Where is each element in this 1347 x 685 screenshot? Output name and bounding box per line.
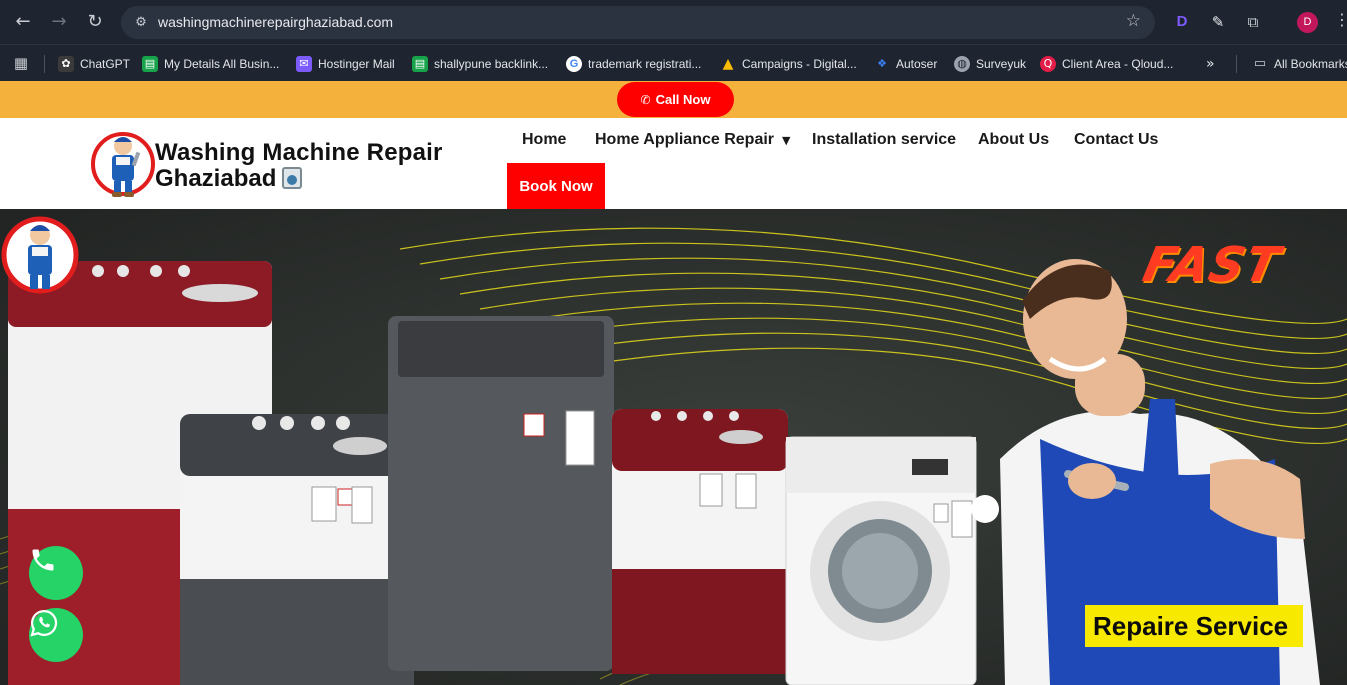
bookmark-label: Hostinger Mail: [318, 57, 395, 71]
address-bar[interactable]: ⚙ washingmachinerepairghaziabad.com ☆: [121, 6, 1155, 39]
extension-d-icon[interactable]: D: [1172, 12, 1192, 32]
browser-chrome: ← → ↻ ⚙ washingmachinerepairghaziabad.co…: [0, 0, 1347, 81]
washing-machine-emoji-icon: [282, 167, 303, 189]
bookmark-label: Client Area - Qloud...: [1062, 57, 1174, 71]
whatsapp-icon: [30, 609, 58, 637]
extensions-puzzle-icon[interactable]: ⧉: [1243, 12, 1263, 32]
bookmark-label: All Bookmarks: [1274, 57, 1347, 71]
bookmark-trademark[interactable]: G trademark registrati...: [566, 54, 701, 74]
sheet-icon: ▤: [142, 56, 158, 72]
phone-icon: [32, 549, 54, 571]
bookmarks-divider: [44, 55, 45, 73]
back-icon[interactable]: ←: [12, 11, 34, 33]
reload-icon[interactable]: ↻: [84, 11, 106, 33]
floating-call-button[interactable]: [29, 546, 83, 600]
autoser-icon: ❖: [877, 57, 887, 70]
repair-service-badge: Repaire Service: [1085, 605, 1303, 647]
globe-icon: ◍: [954, 56, 970, 72]
url-text[interactable]: washingmachinerepairghaziabad.com: [158, 14, 393, 30]
mechanic-badge-icon: [1, 216, 79, 294]
phone-icon: ✆: [640, 92, 651, 107]
book-now-button[interactable]: Book Now: [507, 163, 605, 209]
chevron-down-icon: ▼: [782, 134, 791, 147]
bookmark-shallypune[interactable]: ▤ shallypune backlink...: [412, 54, 548, 74]
eyedropper-extension-icon[interactable]: ✎: [1208, 12, 1228, 32]
site-info-icon[interactable]: ⚙: [131, 13, 151, 33]
nav-home[interactable]: Home: [522, 131, 566, 149]
bookmark-surveyuk[interactable]: ◍ Surveyuk: [954, 54, 1026, 74]
bookmark-client-area[interactable]: Q Client Area - Qloud...: [1040, 54, 1173, 74]
folder-icon: ▭: [1253, 56, 1267, 71]
brand-name-line1[interactable]: Washing Machine Repair: [155, 139, 443, 167]
fast-headline: FAST: [1138, 237, 1286, 293]
bookmark-my-details[interactable]: ▤ My Details All Busin...: [142, 54, 279, 74]
site-header: Washing Machine Repair Ghaziabad Home Ho…: [0, 118, 1347, 209]
nav-about-us[interactable]: About Us: [978, 131, 1049, 149]
washing-machine-front-load: [785, 436, 977, 685]
brand-name-line2[interactable]: Ghaziabad: [155, 165, 303, 193]
bookmark-label: Autoser: [896, 57, 938, 71]
chatgpt-icon: ✿: [58, 56, 74, 72]
bookmark-star-icon[interactable]: ☆: [1126, 11, 1141, 31]
qloud-icon: Q: [1040, 56, 1056, 72]
mechanic-logo-icon[interactable]: [90, 124, 156, 204]
nav-contact-us[interactable]: Contact Us: [1074, 131, 1158, 149]
google-ads-icon: ▲: [722, 56, 734, 72]
more-bookmarks-chevron-icon[interactable]: »: [1206, 54, 1215, 74]
brand-city: Ghaziabad: [155, 165, 277, 192]
bookmark-label: trademark registrati...: [588, 57, 702, 71]
bookmark-label: shallypune backlink...: [434, 57, 549, 71]
all-bookmarks-folder[interactable]: ▭ All Bookmarks: [1252, 54, 1347, 74]
browser-menu-icon[interactable]: ⋮: [1334, 10, 1347, 29]
sheet-icon: ▤: [412, 56, 428, 72]
bookmark-label: Campaigns - Digital...: [742, 57, 857, 71]
bookmarks-divider: [1236, 55, 1237, 73]
bookmark-campaigns[interactable]: ▲ Campaigns - Digital...: [720, 54, 857, 74]
bookmarks-bar: ▦ ✿ ChatGPT ▤ My Details All Busin... ✉ …: [0, 44, 1347, 81]
bookmark-label: ChatGPT: [80, 57, 131, 71]
call-now-label: Call Now: [655, 92, 711, 107]
washing-machine-top-load: [388, 316, 614, 671]
nav-label: Home Appliance Repair: [595, 131, 775, 148]
bookmark-label: My Details All Busin...: [164, 57, 280, 71]
nav-home-appliance-repair[interactable]: Home Appliance Repair ▼: [595, 131, 790, 149]
bookmark-label: Surveyuk: [976, 57, 1027, 71]
top-call-bar: ✆ Call Now: [0, 81, 1347, 118]
google-icon: G: [566, 56, 582, 72]
mail-icon: ✉: [296, 56, 312, 72]
browser-toolbar: ← → ↻ ⚙ washingmachinerepairghaziabad.co…: [0, 0, 1347, 44]
forward-icon[interactable]: →: [48, 11, 70, 33]
washing-machine-grey-semi: [180, 414, 414, 685]
nav-installation-service[interactable]: Installation service: [812, 131, 956, 149]
floating-whatsapp-button[interactable]: [29, 608, 83, 662]
profile-avatar[interactable]: D: [1297, 12, 1318, 33]
washing-machine-maroon-small: [612, 409, 788, 674]
bookmark-hostinger-mail[interactable]: ✉ Hostinger Mail: [296, 54, 395, 74]
apps-grid-icon[interactable]: ▦: [10, 52, 32, 74]
call-now-button[interactable]: ✆ Call Now: [617, 82, 734, 117]
bookmark-chatgpt[interactable]: ✿ ChatGPT: [58, 54, 130, 74]
hero-banner: FAST Repaire Service: [0, 209, 1347, 685]
bookmark-autoser[interactable]: ❖ Autoser: [874, 54, 937, 74]
